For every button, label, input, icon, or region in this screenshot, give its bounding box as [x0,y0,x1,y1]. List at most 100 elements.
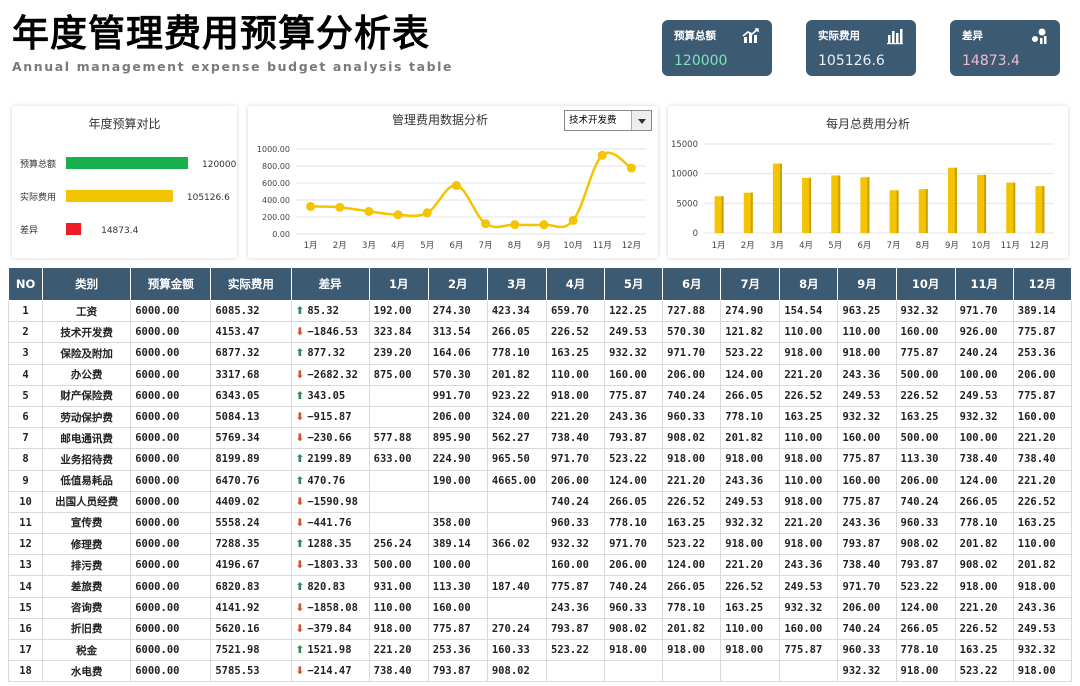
value-cell: 163.25 [720,596,781,619]
x-tick-label: 4月 [391,241,405,251]
value-cell: 313.54 [427,321,488,344]
table-row: 1 工资 6000.00 6085.32 ⬆ 85.32 192.00 274.30 423.3… [7,299,1073,323]
difference-cell: ⬆ 820.83 [290,575,370,598]
value-cell: 740.24 [662,384,722,407]
value-cell: 738.40 [837,554,897,577]
value-cell [486,511,547,535]
bar-shade [925,189,928,233]
data-point [626,163,636,173]
x-tick-label: 9月 [945,241,959,251]
x-tick-label: 2月 [333,241,347,251]
value-cell: 6000.00 [130,469,212,492]
value-cell: 243.36 [720,469,781,492]
bar-category-label: 实际费用 [20,191,56,203]
value-cell: 249.53 [837,384,897,407]
bar-chart-icon [742,28,759,43]
value-cell [368,384,429,407]
row-number-cell: 11 [7,511,44,535]
difference-cell: ⬆ 1288.35 [290,533,370,556]
value-cell: 274.30 [427,299,488,323]
value-cell: 243.36 [779,554,839,577]
value-cell: 908.02 [662,427,722,450]
table-row: 5 财产保险费 6000.00 6343.05 ⬆ 343.05 991.70 923.22 9… [7,384,1073,407]
bar-mark [66,190,173,202]
column-header[interactable]: 11月 [954,267,1014,301]
column-header[interactable]: 5月 [604,267,664,301]
column-header[interactable]: 差异 [290,267,370,301]
value-cell: 577.88 [368,427,429,450]
value-cell: 324.00 [486,405,547,429]
column-header[interactable]: 7月 [720,267,781,301]
column-header[interactable]: 6月 [662,267,722,301]
expense-analysis-panel: 管理费用数据分析 技术开发费 1000.00 800.00 600.00 400.00… [248,106,658,258]
value-cell: 160.00 [545,554,606,577]
value-cell: 775.87 [1012,384,1073,407]
value-cell: 110.00 [1012,533,1073,556]
column-header[interactable]: 1月 [368,267,429,301]
category-cell: 业务招待费 [42,448,132,471]
arrow-down-icon: ⬇ [295,326,305,339]
value-cell: 6000.00 [130,299,212,323]
value-cell: 201.82 [954,533,1014,556]
column-header[interactable]: 实际费用 [210,267,292,301]
category-cell: 低值易耗品 [42,469,132,492]
column-header[interactable]: 预算金额 [130,267,212,301]
row-number-cell: 14 [7,575,44,598]
x-tick-label: 7月 [887,241,901,251]
data-point [306,201,316,211]
column-header[interactable]: 10月 [895,267,956,301]
value-cell: 6820.83 [210,575,292,598]
difference-value: 1288.35 [307,538,352,551]
arrow-down-icon: ⬇ [295,601,305,614]
column-header[interactable]: 3月 [486,267,547,301]
difference-value: −1858.08 [307,601,358,614]
value-cell: 918.00 [720,448,781,471]
value-cell: 932.32 [837,660,897,683]
x-tick-label: 11月 [1001,241,1020,251]
value-cell: 523.22 [545,638,606,662]
column-header[interactable]: 8月 [779,267,839,301]
value-cell: 918.00 [779,342,839,365]
row-number-cell: 6 [7,405,44,429]
value-cell: 932.32 [604,342,664,365]
value-cell: 932.32 [837,405,897,429]
value-cell: 266.05 [486,321,547,344]
value-cell: 163.25 [545,342,606,365]
value-cell: 5084.13 [210,405,292,429]
value-cell: 778.10 [895,638,956,662]
value-cell: 221.20 [1012,469,1073,492]
column-header[interactable]: 12月 [1012,267,1073,301]
table-row: 11 宣传费 6000.00 5558.24 ⬇ −441.76 358.00 960.33 7… [7,511,1073,535]
row-number-cell: 18 [7,660,44,683]
value-cell: 918.00 [837,342,897,365]
bar-mark [66,223,82,235]
column-header[interactable]: 9月 [837,267,897,301]
x-tick-label: 5月 [828,241,842,251]
column-header[interactable]: 4月 [545,267,606,301]
bar-value-label: 120000 [202,160,237,170]
value-cell: 3317.68 [210,363,292,386]
value-cell: 110.00 [720,617,781,641]
value-cell: 110.00 [837,321,897,344]
value-cell: 226.52 [779,384,839,407]
category-cell: 税金 [42,638,132,662]
value-cell: 110.00 [779,427,839,450]
arrow-up-icon: ⬆ [295,644,305,657]
difference-cell: ⬆ 2199.89 [290,448,370,471]
value-cell: 991.70 [427,384,488,407]
value-cell: 226.52 [662,490,722,513]
table-row: 15 咨询费 6000.00 4141.92 ⬇ −1858.08 110.00 160.00… [7,596,1073,619]
scatter-chart-icon [1032,28,1047,44]
column-header[interactable]: NO [7,267,44,301]
table-row: 6 劳动保护费 6000.00 5084.13 ⬇ −915.87 206.00 324.00… [7,405,1073,429]
value-cell: 243.36 [545,596,606,619]
value-cell: 778.10 [954,511,1014,535]
value-cell: 570.30 [662,321,722,344]
column-header[interactable]: 类别 [42,267,132,301]
value-cell: 160.00 [779,617,839,641]
arrow-down-icon: ⬇ [295,368,305,381]
category-cell: 修理费 [42,533,132,556]
column-header[interactable]: 2月 [427,267,488,301]
value-cell: 775.87 [837,490,897,513]
value-cell: 6000.00 [130,638,212,662]
